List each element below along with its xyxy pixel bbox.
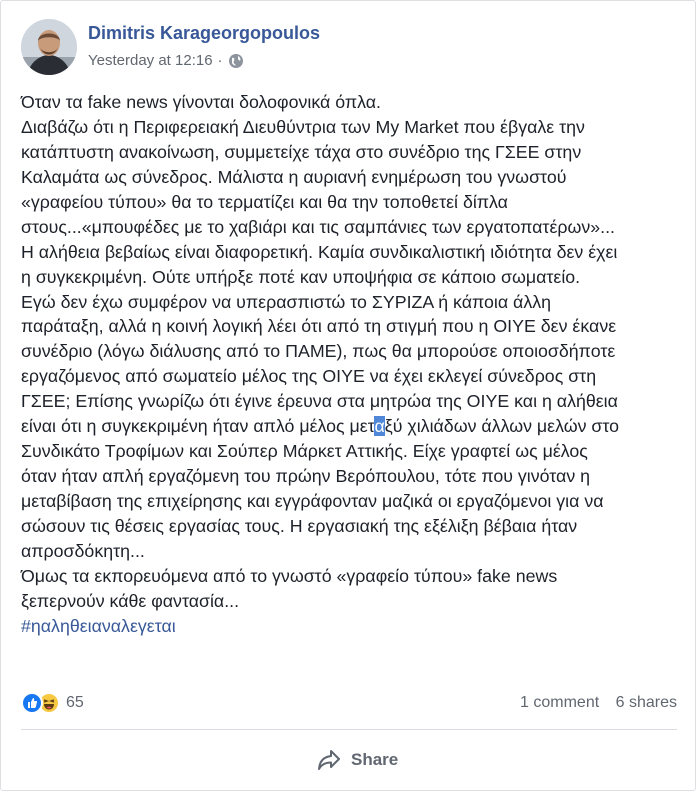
post-line: ξεπερνούν κάθε φαντασία... [21, 590, 240, 611]
share-label: Share [351, 750, 399, 769]
meta-separator: · [217, 52, 223, 69]
post-line: Διαβάζω ότι η Περιφερειακή Διευθύντρια τ… [21, 116, 585, 137]
post-line: Όμως τα εκπορευόμενα από το γνωστό «γραφ… [21, 565, 558, 586]
post-meta: Yesterday at 12:16 · [88, 52, 244, 69]
share-button[interactable]: Share [317, 744, 398, 776]
post-body: Όταν τα fake news γίνονται δολοφονικά όπ… [21, 90, 681, 639]
text-selection[interactable]: α [374, 416, 385, 437]
author-name[interactable]: Dimitris Karageorgopoulos [88, 23, 320, 44]
post-line: εργαζόμενος από σωματείο μέλος της ΟΙΥΕ … [21, 366, 597, 387]
post-line: σώσουν τις θέσεις εργασίας τους. Η εργασ… [21, 515, 578, 536]
divider [21, 729, 677, 730]
post-card: Dimitris Karageorgopoulos Yesterday at 1… [0, 0, 696, 791]
like-icon [21, 692, 43, 714]
post-line: Όταν τα fake news γίνονται δολοφονικά όπ… [21, 92, 381, 112]
share-arrow-icon [318, 750, 340, 770]
post-line: Συνδικάτο Τροφίμων και Σούπερ Μάρκετ Αττ… [21, 441, 588, 462]
shares-count-link[interactable]: 6 shares [616, 694, 677, 711]
post-line: στους...«μπουφέδες με το χαβιάρι και τις… [21, 216, 615, 237]
post-line-with-selection: είναι ότι η συγκεκριμένη ήταν απλό μέλος… [21, 414, 681, 439]
reactions-summary[interactable]: 65 [21, 692, 84, 714]
reaction-count: 65 [66, 694, 84, 711]
post-line: Καλαμάτα ως σύνεδρος. Μάλιστα η αυριανή … [21, 166, 567, 187]
post-line: Η αλήθεια βεβαίως είναι διαφορετική. Καμ… [21, 241, 618, 262]
post-stats: 65 1 comment 6 shares [21, 691, 677, 717]
post-line: απροσδόκητη... [21, 540, 145, 561]
post-timestamp[interactable]: Yesterday at 12:16 [88, 52, 213, 69]
avatar[interactable] [21, 19, 77, 75]
post-line: η συγκεκριμένη. Ούτε υπήρξε ποτέ καν υπο… [21, 266, 581, 287]
post-line: όταν ήταν απλή εργαζόμενη του πρώην Βερό… [21, 466, 591, 487]
post-header: Dimitris Karageorgopoulos Yesterday at 1… [21, 19, 661, 77]
post-line: «γραφείου τύπου» θα το τερματίζει και θα… [21, 191, 508, 212]
comments-count-link[interactable]: 1 comment [520, 694, 599, 711]
engagement-counts: 1 comment 6 shares [508, 694, 677, 712]
post-line: ΓΣΕΕ; Επίσης γνωρίζω ότι έγινε έρευνα στ… [21, 391, 618, 412]
text-before-selection: είναι ότι η συγκεκριμένη ήταν απλό μέλος… [21, 416, 375, 437]
post-line: Εγώ δεν έχω συμφέρον να υπερασπιστώ το Σ… [21, 291, 551, 312]
post-line: παράταξη, αλλά η κοινή λογική λέει ότι α… [21, 316, 617, 337]
text-after-selection: ξύ χιλιάδων άλλων μελών στο [384, 416, 620, 437]
globe-icon[interactable] [228, 53, 244, 69]
hashtag-link[interactable]: #ηαληθειαναλεγεται [21, 614, 681, 639]
post-line: κατάπτυστη ανακοίνωση, συμμετείχε τάχα σ… [21, 141, 582, 162]
post-line: μεταβίβαση της επιχείρησης και εγγράφοντ… [21, 491, 604, 511]
post-line: συνέδριο (λόγω διάλυσης από το ΠΑΜΕ), πω… [21, 341, 616, 362]
